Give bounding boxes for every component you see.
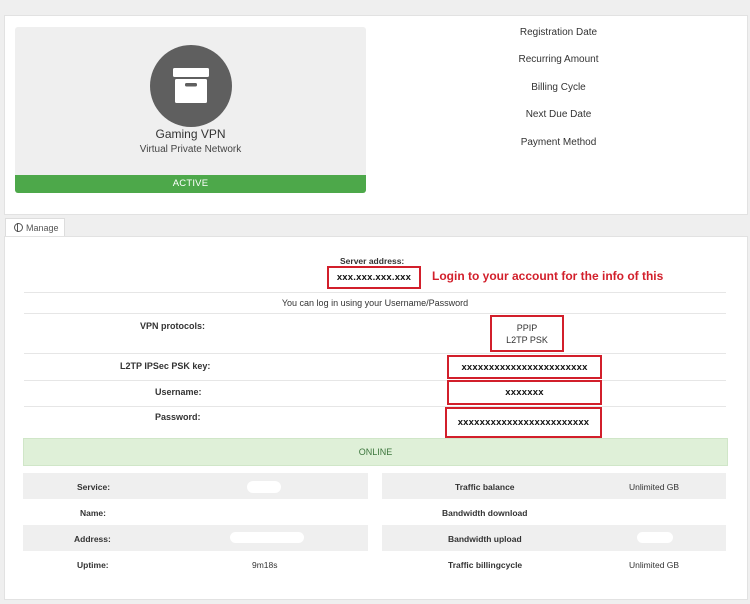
password-value: xxxxxxxxxxxxxxxxxxxxxxxx xyxy=(457,417,590,428)
psk-key-value: xxxxxxxxxxxxxxxxxxxxxxx xyxy=(461,361,588,373)
uptime-label: Uptime: xyxy=(77,560,109,570)
bandwidth-upload-label: Bandwidth upload xyxy=(448,534,522,544)
product-name: Gaming VPN xyxy=(155,127,226,141)
next-due-date-label: Next Due Date xyxy=(525,109,592,120)
vpn-protocol-item: PPIP xyxy=(516,322,538,333)
username-label: Username: xyxy=(155,387,202,397)
tab-manage-label: Manage xyxy=(26,223,59,233)
name-label: Name: xyxy=(80,508,106,518)
redacted-service xyxy=(247,481,281,493)
recurring-amount-label: Recurring Amount xyxy=(518,54,599,65)
username-value: xxxxxxx xyxy=(505,387,544,398)
divider xyxy=(24,353,726,354)
server-address-value: xxx.xxx.xxx.xxx xyxy=(336,272,412,283)
bandwidth-download-label: Bandwidth download xyxy=(442,508,528,518)
uptime-value: 9m18s xyxy=(252,560,278,570)
username-box: xxxxxxx xyxy=(447,380,602,405)
vpn-protocols-box: PPIP L2TP PSK xyxy=(490,315,564,352)
tab-manage[interactable]: Manage xyxy=(5,218,65,237)
table-row xyxy=(382,525,726,551)
traffic-billingcycle-label: Traffic billingcycle xyxy=(448,560,523,570)
table-row xyxy=(23,473,368,499)
address-label: Address: xyxy=(74,534,111,544)
traffic-billingcycle-value: Unlimited GB xyxy=(629,560,680,570)
archive-box-icon xyxy=(173,68,209,103)
traffic-balance-value: Unlimited GB xyxy=(629,482,680,492)
annotation-text: Login to your account for the info of th… xyxy=(432,269,664,283)
product-icon-circle xyxy=(150,45,232,127)
product-card: Gaming VPN Virtual Private Network ACTIV… xyxy=(15,27,366,193)
product-status-bar: ACTIVE xyxy=(15,175,366,193)
password-box: xxxxxxxxxxxxxxxxxxxxxxxx xyxy=(445,407,602,438)
password-label: Password: xyxy=(155,412,201,422)
divider xyxy=(24,292,726,293)
login-note: You can log in using your Username/Passw… xyxy=(281,298,469,308)
billing-cycle-label: Billing Cycle xyxy=(531,82,586,93)
divider xyxy=(24,313,726,314)
redacted-upload xyxy=(637,532,673,543)
service-label: Service: xyxy=(77,482,111,492)
divider xyxy=(24,406,726,407)
online-status-banner: ONLINE xyxy=(23,438,728,466)
server-address-box: xxx.xxx.xxx.xxx xyxy=(327,266,421,289)
vpn-protocol-item: L2TP PSK xyxy=(506,334,548,345)
divider xyxy=(24,380,726,381)
server-address-label: Server address: xyxy=(340,256,405,266)
registration-date-label: Registration Date xyxy=(519,27,598,38)
payment-method-label: Payment Method xyxy=(520,137,597,148)
globe-icon xyxy=(14,223,23,232)
vpn-protocols-label: VPN protocols: xyxy=(140,321,206,331)
redacted-address xyxy=(230,532,304,543)
psk-key-box: xxxxxxxxxxxxxxxxxxxxxxx xyxy=(447,355,602,379)
product-subtitle: Virtual Private Network xyxy=(139,144,242,155)
traffic-balance-label: Traffic balance xyxy=(455,482,515,492)
psk-key-label: L2TP IPSec PSK key: xyxy=(120,361,211,371)
